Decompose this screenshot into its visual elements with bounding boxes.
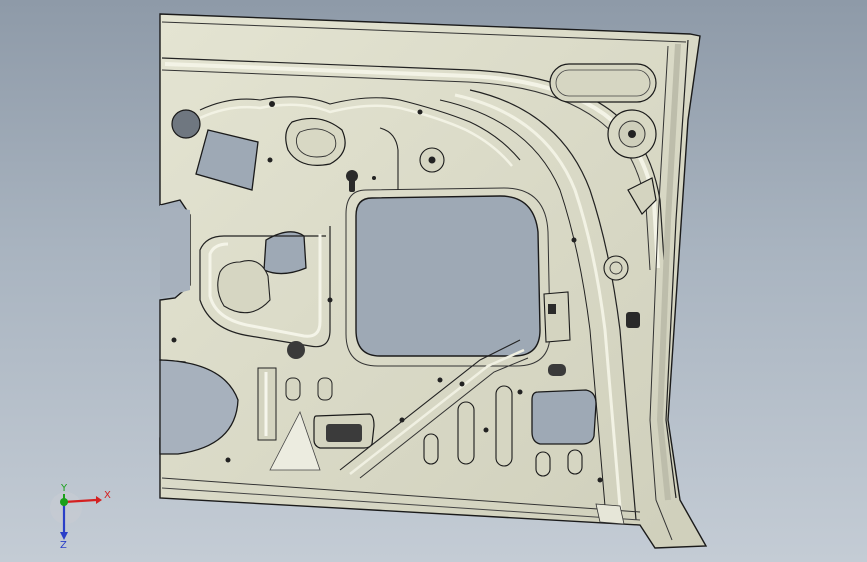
hole-l [571,237,577,243]
y-axis-label: Y [60,483,68,494]
hole-d [372,176,376,180]
long-slot-2 [495,385,513,467]
keyhole-slot [349,176,355,192]
hole-j [225,457,231,463]
hole-a [269,101,275,107]
boss-top-right-hole [628,130,636,138]
upper-pocket [285,117,346,166]
left-loop-inner [217,260,271,314]
short-slot-1 [423,433,439,465]
boss-center-top-hole [428,156,436,164]
left-mid-opening [263,231,307,275]
hole-i [399,417,405,423]
hole-g [483,427,489,433]
lower-right-opening [531,389,597,445]
y-axis-dot [60,498,68,506]
lower-right-small-slot [548,364,566,376]
x-axis-arrow [96,496,102,504]
hole-e [437,377,443,383]
boss-mid-right [603,255,629,281]
right-window-bracket-hole [548,304,556,314]
central-window-opening [355,195,541,357]
hole-o [171,337,177,343]
hole-c [267,157,273,163]
lower-right-foot [595,503,625,525]
bottom-rect-hole [326,424,362,442]
left-edge-notch [160,205,190,298]
long-slot-1 [457,401,475,465]
hole-n [327,297,333,303]
hole-m [417,109,423,115]
hole-right-small [626,312,640,328]
short-slot-3 [567,449,583,475]
hole-k [597,477,603,483]
x-axis-label: X [104,490,111,501]
right-window-bracket [543,291,571,343]
hole-f [459,381,465,387]
graphics-viewport[interactable]: X Y Z [0,0,867,562]
z-axis-label: Z [60,540,67,548]
slot-small-1 [285,377,301,401]
slot-small-2 [317,377,333,401]
door-inner-panel-model[interactable] [0,0,867,562]
z-axis-arrow [60,532,68,540]
triad-backdrop [50,492,82,524]
orientation-triad[interactable]: X Y Z [46,478,116,548]
upper-left-hole [171,109,201,139]
short-slot-2 [535,451,551,477]
hole-h [517,389,523,395]
hole-b [287,341,305,359]
